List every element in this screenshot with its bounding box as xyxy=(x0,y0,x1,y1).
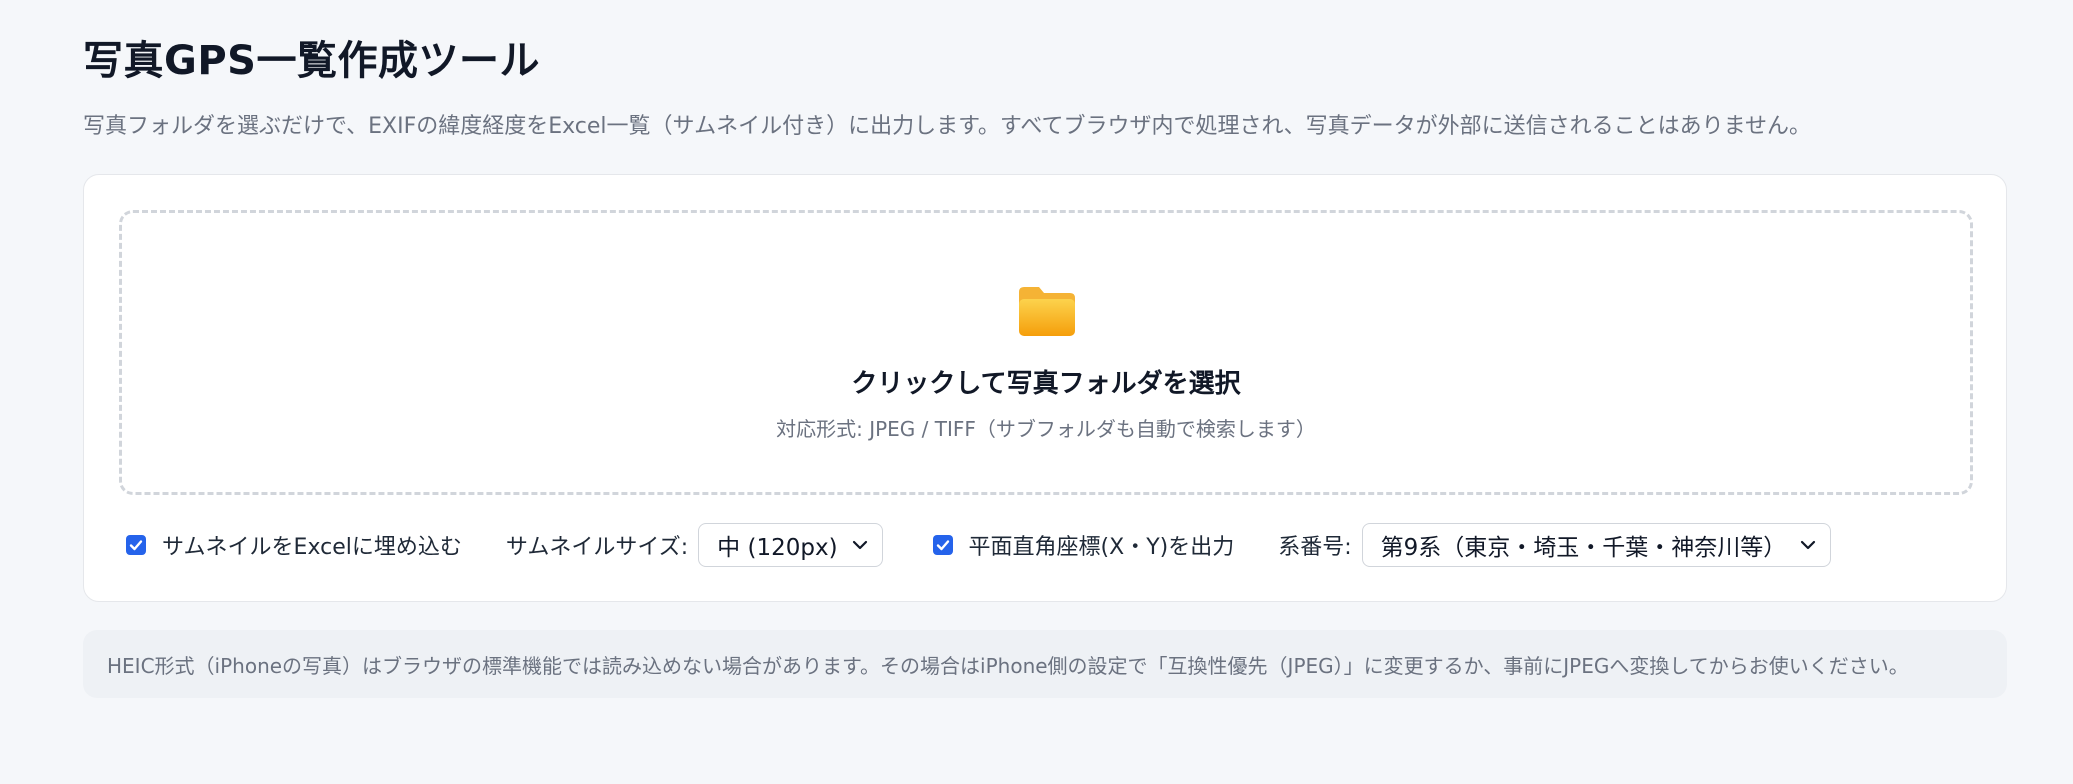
heic-note: HEIC形式（iPhoneの写真）はブラウザの標準機能では読み込めない場合があり… xyxy=(83,630,2007,698)
embed-thumbnail-checkbox[interactable] xyxy=(126,535,146,555)
options-row: サムネイルをExcelに埋め込む サムネイルサイズ: 中 (120px) 平面直… xyxy=(126,523,1832,567)
page-title: 写真GPS一覧作成ツール xyxy=(83,38,540,84)
dropzone-title: クリックして写真フォルダを選択 xyxy=(851,369,1241,399)
folder-icon xyxy=(1019,287,1075,336)
main-card: クリックして写真フォルダを選択 対応形式: JPEG / TIFF（サブフォルダ… xyxy=(83,174,2007,602)
thumbnail-size-select[interactable]: 中 (120px) xyxy=(698,523,883,567)
dropzone-subtitle: 対応形式: JPEG / TIFF（サブフォルダも自動で検索します） xyxy=(776,417,1316,441)
chevron-down-icon xyxy=(852,540,867,550)
folder-dropzone[interactable]: クリックして写真フォルダを選択 対応形式: JPEG / TIFF（サブフォルダ… xyxy=(119,210,1973,495)
thumbnail-size-label: サムネイルサイズ: xyxy=(505,535,689,560)
plane-coords-checkbox[interactable] xyxy=(932,535,953,555)
system-number-select[interactable]: 第9系（東京・埼玉・千葉・神奈川等） xyxy=(1361,523,1832,567)
check-icon xyxy=(936,540,949,551)
chevron-down-icon xyxy=(1801,540,1816,550)
embed-thumbnail-label: サムネイルをExcelに埋め込む xyxy=(162,535,462,560)
system-number-label: 系番号: xyxy=(1278,535,1352,560)
page-description: 写真フォルダを選ぶだけで、EXIFの緯度経度をExcel一覧（サムネイル付き）に… xyxy=(83,114,1812,139)
thumbnail-size-value: 中 (120px) xyxy=(717,535,838,561)
system-number-value: 第9系（東京・埼玉・千葉・神奈川等） xyxy=(1380,535,1787,561)
check-icon xyxy=(129,540,143,551)
plane-coords-label: 平面直角座標(X・Y)を出力 xyxy=(968,535,1235,560)
